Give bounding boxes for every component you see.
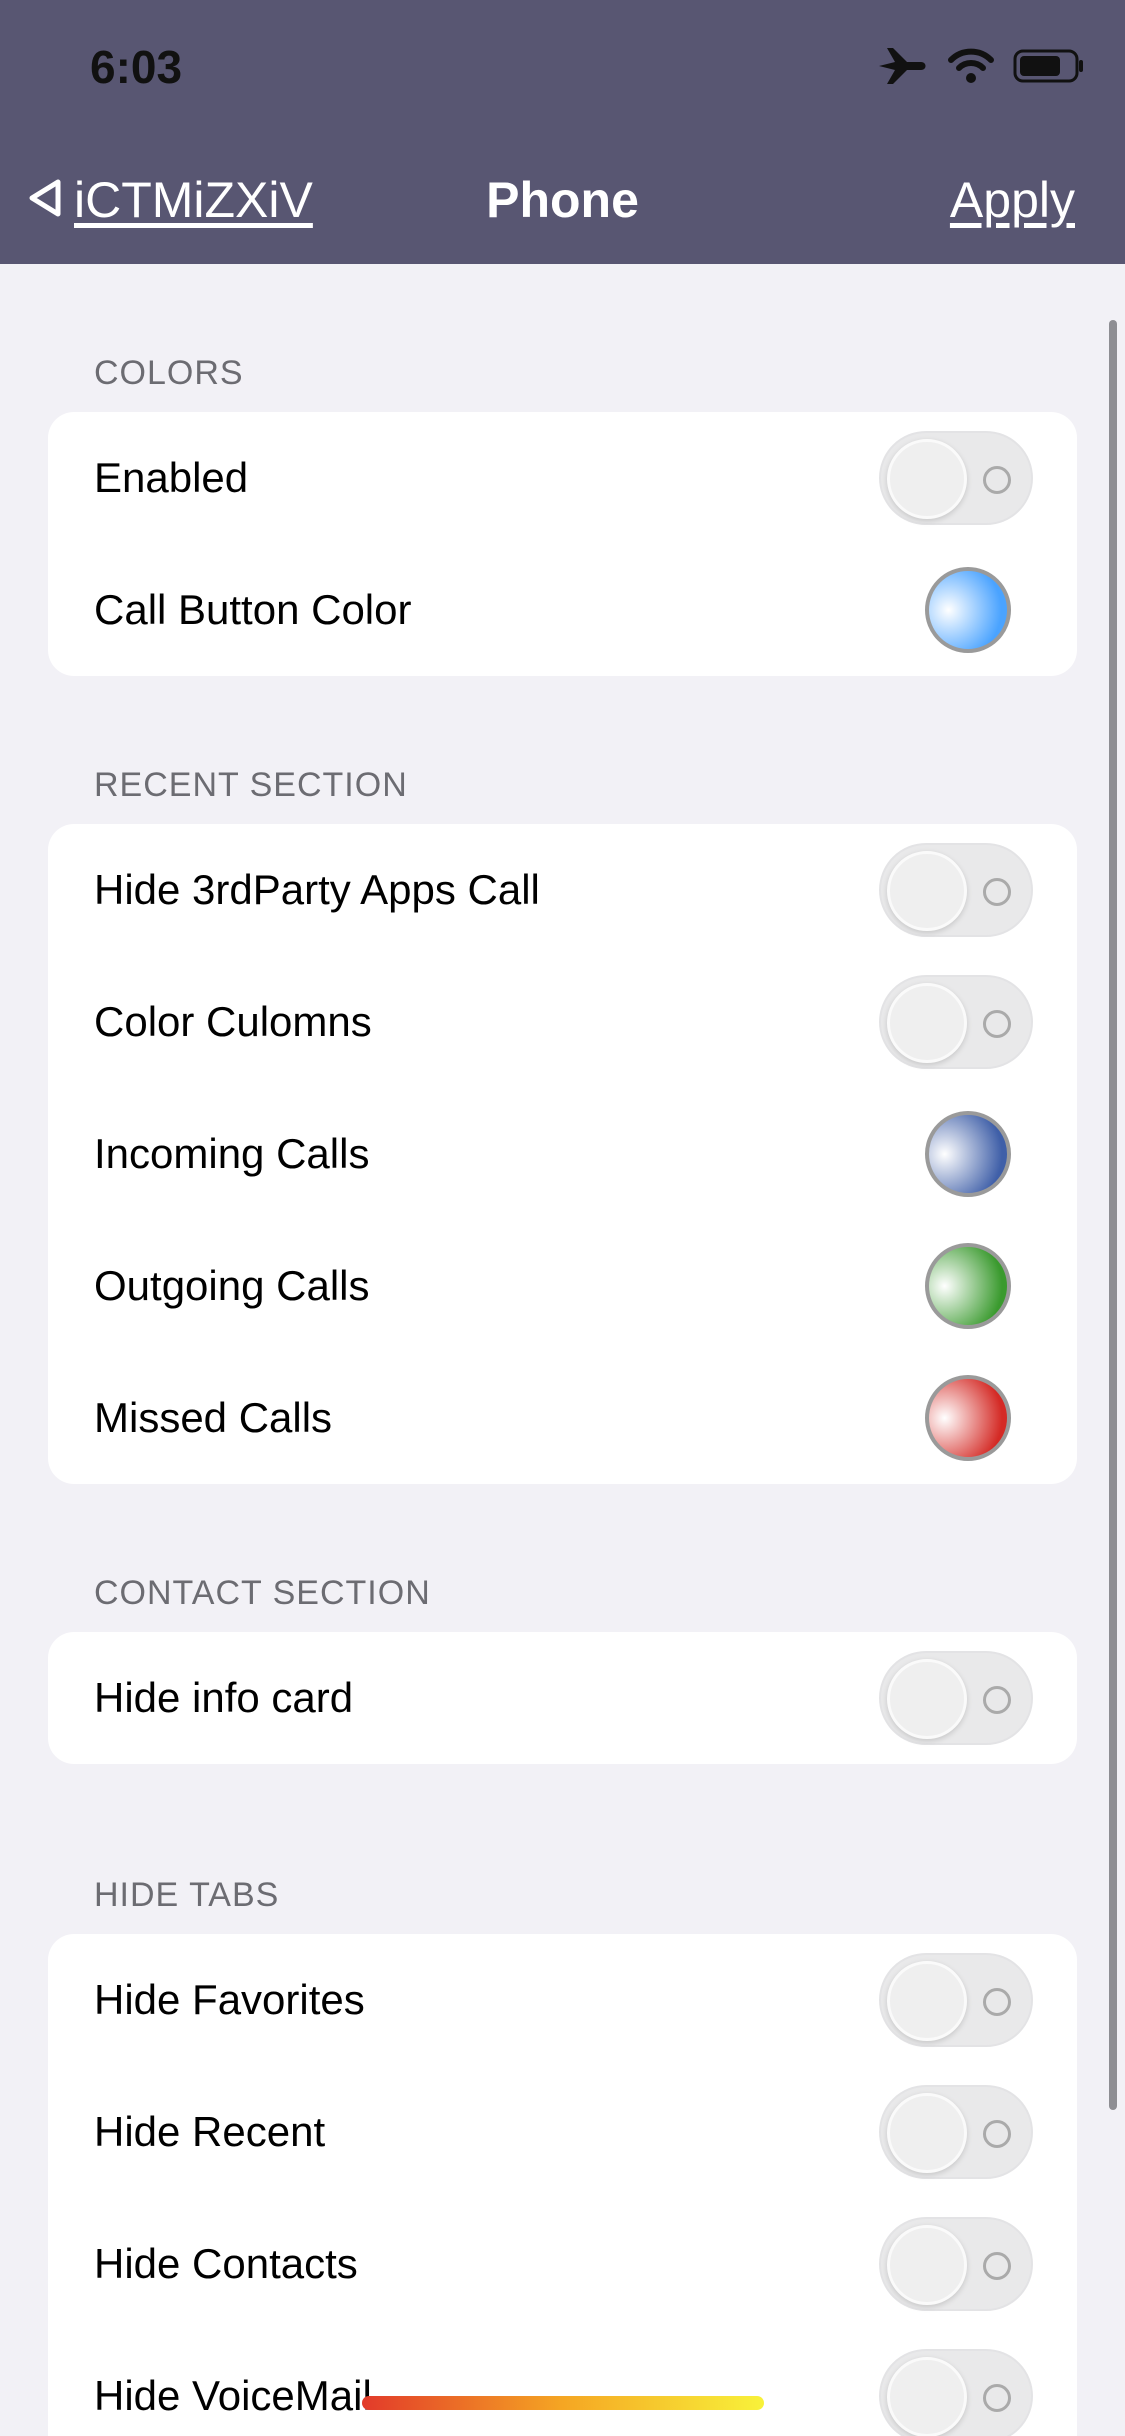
setting-label: Missed Calls — [94, 1394, 333, 1441]
outgoing-calls-color-swatch[interactable] — [925, 1243, 1011, 1329]
incoming-calls-color-swatch[interactable] — [925, 1111, 1011, 1197]
recent-card: Hide 3rdParty Apps Call Color Culomns In… — [48, 824, 1077, 1484]
setting-label: Hide info card — [94, 1674, 354, 1721]
setting-label: Outgoing Calls — [94, 1262, 370, 1309]
hide-favorites-toggle[interactable] — [879, 1953, 1033, 2047]
section-header-recent: RECENT SECTION — [94, 766, 408, 804]
setting-row-outgoing-calls: Outgoing Calls — [48, 1220, 1077, 1352]
setting-label: Hide VoiceMail — [94, 2372, 372, 2419]
call-button-color-swatch[interactable] — [925, 567, 1011, 653]
setting-label: Hide Favorites — [94, 1976, 365, 2023]
setting-row-missed-calls: Missed Calls — [48, 1352, 1077, 1484]
setting-label: Hide Contacts — [94, 2240, 358, 2287]
scrollbar[interactable] — [1109, 320, 1117, 2110]
navigation-header: 6:03 iCTMiZXiV Phone Apply — [0, 0, 1125, 264]
section-header-colors: COLORS — [94, 354, 244, 392]
setting-row-color-columns: Color Culomns — [48, 956, 1077, 1088]
setting-label: Hide 3rdParty Apps Call — [94, 866, 540, 913]
section-header-contact: CONTACT SECTION — [94, 1574, 431, 1612]
setting-row-enabled: Enabled — [48, 412, 1077, 544]
setting-row-hide-3rd-party: Hide 3rdParty Apps Call — [48, 824, 1077, 956]
hide-recent-toggle[interactable] — [879, 2085, 1033, 2179]
section-header-hide-tabs: HIDE TABS — [94, 1876, 280, 1914]
setting-label: Enabled — [94, 454, 249, 501]
home-indicator[interactable] — [362, 2396, 764, 2410]
battery-icon — [1013, 48, 1085, 89]
wifi-icon — [947, 46, 995, 91]
color-columns-toggle[interactable] — [879, 975, 1033, 1069]
contact-card: Hide info card — [48, 1632, 1077, 1764]
setting-row-call-button-color: Call Button Color — [48, 544, 1077, 676]
setting-label: Call Button Color — [94, 586, 412, 633]
hide-voicemail-toggle[interactable] — [879, 2349, 1033, 2436]
setting-label: Hide Recent — [94, 2108, 326, 2155]
airplane-icon — [877, 44, 929, 93]
setting-label: Color Culomns — [94, 998, 372, 1045]
hide-info-card-toggle[interactable] — [879, 1651, 1033, 1745]
hide-3rd-party-toggle[interactable] — [879, 843, 1033, 937]
setting-row-hide-recent: Hide Recent — [48, 2066, 1077, 2198]
hide-contacts-toggle[interactable] — [879, 2217, 1033, 2311]
setting-row-hide-info-card: Hide info card — [48, 1632, 1077, 1764]
setting-row-incoming-calls: Incoming Calls — [48, 1088, 1077, 1220]
enabled-toggle[interactable] — [879, 431, 1033, 525]
setting-row-hide-voicemail: Hide VoiceMail — [48, 2330, 1077, 2436]
apply-button[interactable]: Apply — [950, 168, 1075, 232]
setting-row-hide-contacts: Hide Contacts — [48, 2198, 1077, 2330]
setting-label: Incoming Calls — [94, 1130, 370, 1177]
colors-card: Enabled Call Button Color — [48, 412, 1077, 676]
setting-row-hide-favorites: Hide Favorites — [48, 1934, 1077, 2066]
hide-tabs-card: Hide Favorites Hide Recent Hide Contacts… — [48, 1934, 1077, 2436]
status-time: 6:03 — [90, 41, 183, 93]
status-icons — [877, 46, 1085, 90]
missed-calls-color-swatch[interactable] — [925, 1375, 1011, 1461]
